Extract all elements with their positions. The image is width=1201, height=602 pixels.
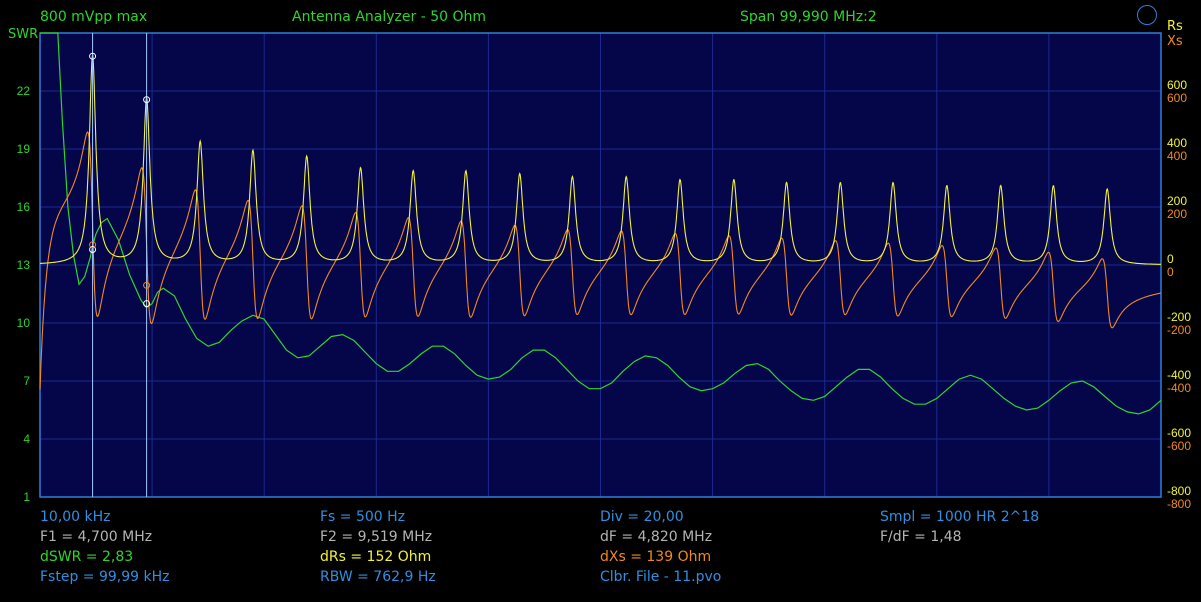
swr-tick-label: 7	[23, 374, 30, 388]
info-fs: Fs = 500 Hz	[320, 509, 406, 525]
rs-tick-label: 0	[1167, 252, 1174, 266]
info-div: Div = 20,00	[600, 509, 684, 525]
xs-tick-label: 400	[1167, 149, 1187, 163]
swr-tick-label: 1	[23, 490, 30, 504]
info-rbw: RBW = 762,9 Hz	[320, 569, 436, 585]
xs-tick-label: -200	[1167, 323, 1191, 337]
xs-tick-label: -600	[1167, 439, 1191, 453]
rs-tick-label: 600	[1167, 78, 1187, 92]
xs-tick-label: 200	[1167, 207, 1187, 221]
xs-tick-label: -800	[1167, 497, 1191, 511]
rs-tick-label: -600	[1167, 426, 1191, 440]
info-calibration-file: Clbr. File - 11.pvo	[600, 569, 722, 585]
info-f2: F2 = 9,519 MHz	[320, 529, 433, 545]
swr-tick-label: 22	[17, 84, 31, 98]
info-dswr: dSWR = 2,83	[40, 549, 133, 565]
rs-tick-label: -200	[1167, 310, 1191, 324]
info-dswr-text: dSWR = 2,83	[40, 549, 134, 565]
xs-tick-label: -400	[1167, 381, 1191, 395]
info-drs: dRs = 152 Ohm	[320, 549, 432, 565]
rs-tick-label: -400	[1167, 368, 1191, 382]
swr-tick-label: 4	[23, 432, 30, 446]
xs-tick-label: 600	[1167, 91, 1187, 105]
swr-tick-label: 10	[17, 316, 31, 330]
rs-tick-label: 400	[1167, 136, 1187, 150]
info-dxs: dXs = 139 Ohm	[600, 549, 712, 565]
info-fstep: Fstep = 99,99 kHz	[40, 569, 170, 585]
info-f-over-df: F/dF = 1,48	[880, 529, 962, 545]
info-samples: Smpl = 1000 HR 2^18	[880, 509, 1040, 525]
info-f1: F1 = 4,700 MHz	[40, 529, 153, 545]
info-resolution: 10,00 kHz	[40, 509, 111, 525]
info-df: dF = 4,820 MHz	[600, 529, 713, 545]
swr-tick-label: 13	[17, 258, 31, 272]
rs-tick-label: -800	[1167, 484, 1191, 498]
swr-tick-label: 19	[17, 142, 31, 156]
xs-tick-label: 0	[1167, 265, 1174, 279]
rs-tick-label: 200	[1167, 194, 1187, 208]
swr-tick-label: 16	[17, 200, 31, 214]
